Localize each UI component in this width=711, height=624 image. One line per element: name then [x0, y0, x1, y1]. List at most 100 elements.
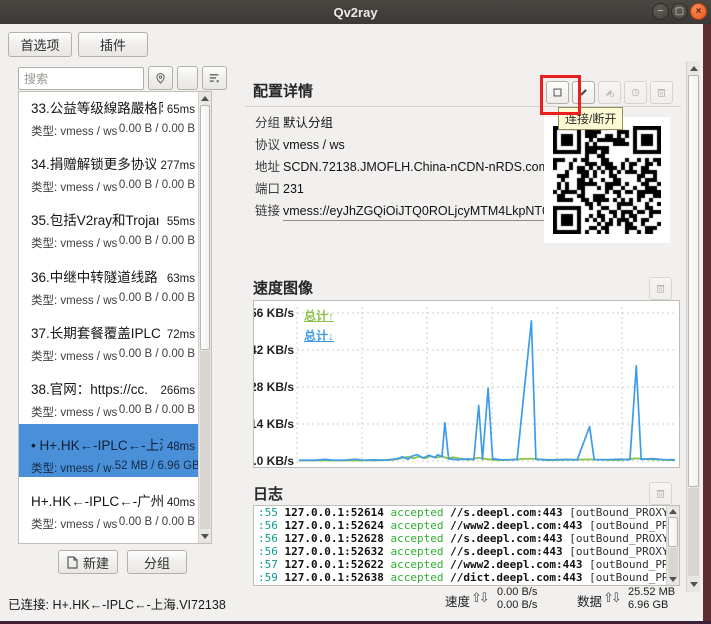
server-type: 类型: vmess / ws	[31, 516, 117, 532]
server-latency: 266ms	[160, 385, 195, 397]
field-value: vmess / ws	[283, 138, 345, 152]
scrollbar-thumb[interactable]	[200, 105, 210, 350]
log-line: :56 127.0.0.1:52628 accepted //s.deepl.c…	[254, 532, 679, 545]
log-scrollbar[interactable]	[666, 506, 679, 585]
data-values: 25.52 MB 6.96 GB	[628, 586, 675, 611]
field-value: SCDN.72138.JMOFLH.China-nCDN-nRDS.com	[283, 160, 549, 174]
titlebar[interactable]: Qv2ray − ▢ ×	[0, 0, 711, 24]
server-latency: 55ms	[167, 216, 195, 228]
search-input[interactable]	[18, 67, 144, 90]
server-type: 类型: vmess / w	[31, 460, 112, 476]
latency-test-icon	[631, 86, 640, 99]
log-title: 日志	[253, 483, 283, 504]
clear-graph-button[interactable]	[649, 277, 672, 300]
scrollbar-thumb[interactable]	[688, 75, 699, 487]
field-value: 默认分组	[283, 112, 333, 131]
legend-total-up[interactable]: 总计↑	[304, 307, 334, 324]
server-list-item[interactable]: 38.官网：https://cc.266ms类型: vmess / ws0.00…	[19, 378, 200, 420]
server-latency: 72ms	[167, 329, 195, 341]
svg-text:56 KB/s: 56 KB/s	[254, 306, 294, 320]
clear-log-button[interactable]	[649, 482, 672, 505]
trash-icon	[656, 487, 665, 500]
field-value: 231	[283, 182, 304, 196]
scroll-up-icon[interactable]	[669, 509, 677, 514]
svg-text:28 KB/s: 28 KB/s	[254, 380, 294, 394]
scrollbar-trough[interactable]	[200, 351, 210, 529]
server-title: 37.长期套餐覆盖IPLC	[31, 322, 163, 342]
server-latency: 63ms	[167, 273, 195, 285]
scroll-up-icon[interactable]	[690, 66, 698, 71]
speed-chart-plot: 56 KB/s42 KB/s28 KB/s14 KB/s0.0 KB/s	[254, 301, 679, 467]
speed-up-value: 0.00 B/s	[497, 586, 537, 599]
scrollbar-thumb[interactable]	[668, 517, 678, 547]
data-down-value: 6.96 GB	[628, 599, 675, 612]
server-title: H+.HK←-IPLC←-广州.V	[31, 490, 163, 510]
maximize-icon[interactable]: ▢	[671, 3, 688, 20]
server-list-item[interactable]: 34.捐赠解锁更多协议277ms类型: vmess / ws0.00 B / 0…	[19, 153, 200, 195]
scroll-down-icon[interactable]	[690, 582, 698, 587]
speed-stat-label: 速度	[445, 591, 470, 610]
field-label: 端口	[255, 178, 283, 197]
updown-arrows-icon: ⇧⇩	[603, 590, 619, 606]
group-button[interactable]: 分组	[127, 550, 187, 574]
log-line: :59 127.0.0.1:52638 accepted //dict.deep…	[254, 571, 679, 584]
edit-json-button[interactable]	[598, 81, 621, 104]
server-type: 类型: vmess / ws	[31, 235, 117, 251]
trash-icon	[657, 86, 666, 99]
log-line: :55 127.0.0.1:52614 accepted //s.deepl.c…	[254, 506, 679, 519]
close-icon[interactable]: ×	[690, 3, 707, 20]
svg-text:0.0 KB/s: 0.0 KB/s	[254, 454, 294, 467]
scrollbar-trough[interactable]	[668, 548, 678, 577]
server-list-item[interactable]: 37.长期套餐覆盖IPLC 72ms 类型: vmess / ws0.00 B / …	[19, 322, 200, 364]
speed-values: 0.00 B/s 0.00 B/s	[497, 586, 537, 611]
location-pin-icon[interactable]	[148, 66, 173, 90]
scroll-down-icon[interactable]	[201, 534, 209, 539]
server-type: 类型: vmess / ws	[31, 179, 117, 195]
minimize-icon[interactable]: −	[652, 3, 669, 20]
config-field-端口: 端口231	[255, 178, 304, 197]
preferences-button[interactable]: 首选项	[8, 32, 72, 57]
scrollbar-trough[interactable]	[688, 488, 699, 576]
server-list-item[interactable]: H+.HK←-IPLC←-广州.V40ms类型: vmess / ws0.00 …	[19, 490, 200, 532]
log-line: :56 127.0.0.1:52632 accepted //s.deepl.c…	[254, 545, 679, 558]
server-list-item[interactable]: • H+.HK←-IPLC←-上海48ms类型: vmess / w.52 MB…	[19, 434, 200, 476]
delete-config-button[interactable]	[650, 81, 673, 104]
sort-icon[interactable]	[202, 66, 227, 90]
server-title: H+.HK←-IPLC←-	[31, 542, 191, 544]
scroll-up-icon[interactable]	[201, 96, 209, 101]
server-list-item[interactable]: H+.HK←-IPLC←-	[19, 542, 200, 544]
blank-button[interactable]	[177, 66, 198, 90]
server-type: 类型: vmess / ws	[31, 292, 117, 308]
plugins-button[interactable]: 插件	[78, 32, 148, 57]
server-type: 类型: vmess / ws	[31, 123, 117, 139]
server-type: 类型: vmess / ws	[31, 348, 117, 364]
qr-code	[544, 117, 670, 243]
annotation-highlight-box	[540, 75, 581, 115]
server-latency: 40ms	[167, 497, 195, 509]
main-scrollbar[interactable]	[686, 61, 700, 592]
server-type: 类型: vmess / ws	[31, 404, 117, 420]
server-list-item[interactable]: 33.公益等级線路嚴格阝65ms类型: vmess / ws0.00 B / 0…	[19, 97, 200, 139]
scroll-down-icon[interactable]	[669, 577, 677, 582]
config-field-地址: 地址SCDN.72138.JMOFLH.China-nCDN-nRDS.com	[255, 156, 549, 175]
data-up-value: 25.52 MB	[628, 586, 675, 599]
test-latency-button[interactable]	[624, 81, 647, 104]
server-list-scrollbar[interactable]	[198, 92, 211, 543]
speed-down-value: 0.00 B/s	[497, 599, 537, 612]
new-connection-button[interactable]: 新建	[58, 550, 118, 574]
legend-total-down[interactable]: 总计↓	[304, 327, 334, 344]
pin-glyph	[155, 71, 166, 86]
log-line: :56 127.0.0.1:52624 accepted //www2.deep…	[254, 519, 679, 532]
log-output: :55 127.0.0.1:52614 accepted //s.deepl.c…	[253, 505, 680, 586]
server-latency: 277ms	[160, 160, 195, 172]
data-stat-label: 数据	[577, 591, 602, 610]
field-value[interactable]: vmess://eyJhZGQiOiJTQ0ROLjcyMTM4LkpNT0ZM…	[283, 204, 545, 221]
server-traffic: 0.00 B / 0.00 B	[119, 404, 195, 420]
server-list-item[interactable]: 36.中继中转隧道线路63ms类型: vmess / ws0.00 B / 0.…	[19, 266, 200, 308]
config-field-链接: 链接vmess://eyJhZGQiOiJTQ0ROLjcyMTM4LkpNT0…	[255, 200, 545, 221]
field-label: 分组	[255, 112, 283, 131]
svg-text:42 KB/s: 42 KB/s	[254, 343, 294, 357]
server-latency: 48ms	[167, 441, 195, 453]
server-traffic: 0.00 B / 0.00 B	[119, 348, 195, 364]
server-list-item[interactable]: 35.包括V2ray和Trojaı55ms类型: vmess / ws0.00 …	[19, 209, 200, 251]
